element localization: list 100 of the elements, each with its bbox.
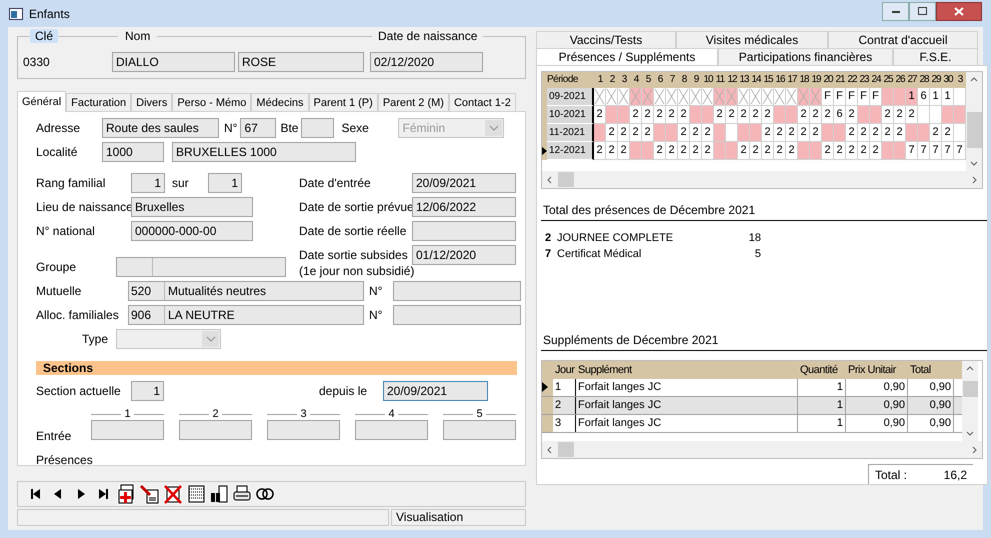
day-cell[interactable] (954, 106, 966, 124)
day-cell[interactable] (726, 124, 738, 142)
day-cell[interactable]: 2 (714, 106, 726, 124)
day-cell[interactable] (738, 88, 750, 106)
day-cell[interactable]: 2 (942, 124, 954, 142)
tab[interactable]: Présences / Suppléments (536, 48, 718, 65)
day-cell[interactable]: 2 (774, 124, 786, 142)
text-field[interactable]: 000000-000-00 (131, 221, 253, 241)
day-cell[interactable] (906, 124, 918, 142)
day-cell[interactable] (726, 142, 738, 160)
day-cell[interactable] (822, 124, 834, 142)
text-field[interactable]: 1000 (102, 142, 164, 162)
day-cell[interactable]: 2 (870, 124, 882, 142)
day-cell[interactable]: 2 (762, 124, 774, 142)
day-cell[interactable]: 1 (906, 88, 918, 106)
day-cell[interactable] (690, 88, 702, 106)
text-field[interactable]: Route des saules (102, 118, 219, 138)
text-field[interactable]: 67 (240, 118, 276, 138)
day-cell[interactable] (630, 88, 642, 106)
day-cell[interactable]: 2 (906, 106, 918, 124)
day-cell[interactable] (702, 88, 714, 106)
day-cell[interactable]: 2 (822, 106, 834, 124)
day-cell[interactable]: 2 (810, 106, 822, 124)
scroll-thumb[interactable] (962, 380, 978, 397)
day-cell[interactable] (702, 106, 714, 124)
day-cell[interactable]: 2 (798, 124, 810, 142)
close-button[interactable] (936, 2, 982, 20)
day-cell[interactable] (870, 106, 882, 124)
day-cell[interactable] (690, 106, 702, 124)
text-field[interactable] (179, 420, 252, 440)
day-cell[interactable]: 2 (618, 142, 630, 160)
minimize-button[interactable] (882, 2, 909, 20)
day-cell[interactable] (738, 124, 750, 142)
day-cell[interactable]: 2 (666, 142, 678, 160)
day-cell[interactable] (714, 124, 726, 142)
day-cell[interactable]: 2 (822, 142, 834, 160)
lookup-field[interactable]: 906 LA NEUTRE (128, 305, 364, 325)
day-cell[interactable]: 2 (774, 142, 786, 160)
vertical-scrollbar[interactable] (966, 72, 982, 172)
day-cell[interactable]: 2 (846, 142, 858, 160)
day-cell[interactable]: 7 (942, 142, 954, 160)
horizontal-scrollbar[interactable] (542, 171, 982, 188)
day-cell[interactable] (750, 124, 762, 142)
day-cell[interactable]: 1 (930, 88, 942, 106)
day-cell[interactable] (918, 106, 930, 124)
day-cell[interactable]: 2 (750, 106, 762, 124)
day-cell[interactable]: 2 (834, 142, 846, 160)
tab[interactable]: Parent 2 (M) (378, 93, 449, 112)
day-cell[interactable]: 2 (858, 124, 870, 142)
lookup-field[interactable]: 520 Mutualités neutres (128, 281, 364, 301)
edit-record-icon[interactable] (139, 484, 161, 504)
day-cell[interactable] (918, 124, 930, 142)
day-cell[interactable] (810, 142, 822, 160)
day-cell[interactable] (930, 106, 942, 124)
day-cell[interactable] (798, 88, 810, 106)
day-cell[interactable]: F (822, 88, 834, 106)
text-field[interactable] (443, 420, 516, 440)
vertical-scrollbar[interactable] (962, 360, 978, 441)
tab[interactable]: Perso - Mémo (172, 93, 252, 112)
text-field[interactable] (393, 281, 521, 301)
tab[interactable]: F.S.E. (893, 48, 978, 65)
day-cell[interactable]: 2 (858, 142, 870, 160)
tab[interactable]: Parent 1 (P) (308, 93, 378, 112)
day-cell[interactable]: 2 (738, 106, 750, 124)
day-cell[interactable]: 7 (954, 142, 966, 160)
day-cell[interactable] (606, 106, 618, 124)
day-cell[interactable]: F (846, 88, 858, 106)
day-cell[interactable] (714, 88, 726, 106)
day-cell[interactable]: 2 (594, 106, 606, 124)
day-cell[interactable]: 2 (678, 124, 690, 142)
day-cell[interactable] (774, 106, 786, 124)
tab[interactable]: Visites médicales (676, 31, 828, 48)
day-cell[interactable] (774, 88, 786, 106)
text-field[interactable] (267, 420, 340, 440)
tab[interactable]: Participations financières (718, 48, 893, 65)
text-field[interactable]: 01/12/2020 (412, 245, 516, 265)
day-cell[interactable] (714, 142, 726, 160)
day-cell[interactable]: 2 (630, 106, 642, 124)
day-cell[interactable] (954, 88, 966, 106)
day-cell[interactable] (654, 88, 666, 106)
day-cell[interactable]: 2 (810, 124, 822, 142)
day-cell[interactable]: 7 (930, 142, 942, 160)
tab[interactable]: Facturation (66, 93, 132, 112)
day-cell[interactable] (954, 124, 966, 142)
tab[interactable]: Contact 1-2 (448, 93, 516, 112)
day-cell[interactable]: 2 (870, 142, 882, 160)
period-cell[interactable]: 10-2021 (547, 106, 594, 124)
day-cell[interactable]: 2 (894, 106, 906, 124)
tab[interactable]: Général (17, 91, 66, 112)
day-cell[interactable] (618, 106, 630, 124)
day-cell[interactable] (858, 106, 870, 124)
row-header[interactable] (542, 142, 547, 160)
day-cell[interactable] (882, 142, 894, 160)
scroll-thumb[interactable] (558, 442, 574, 457)
day-cell[interactable]: 2 (762, 142, 774, 160)
day-cell[interactable] (834, 124, 846, 142)
table-row[interactable]: 3 Forfait langes JC 1 0,90 0,90 (542, 414, 962, 433)
day-cell[interactable]: 2 (930, 124, 942, 142)
day-cell[interactable]: 2 (690, 142, 702, 160)
tab[interactable]: Médecins (251, 93, 308, 112)
